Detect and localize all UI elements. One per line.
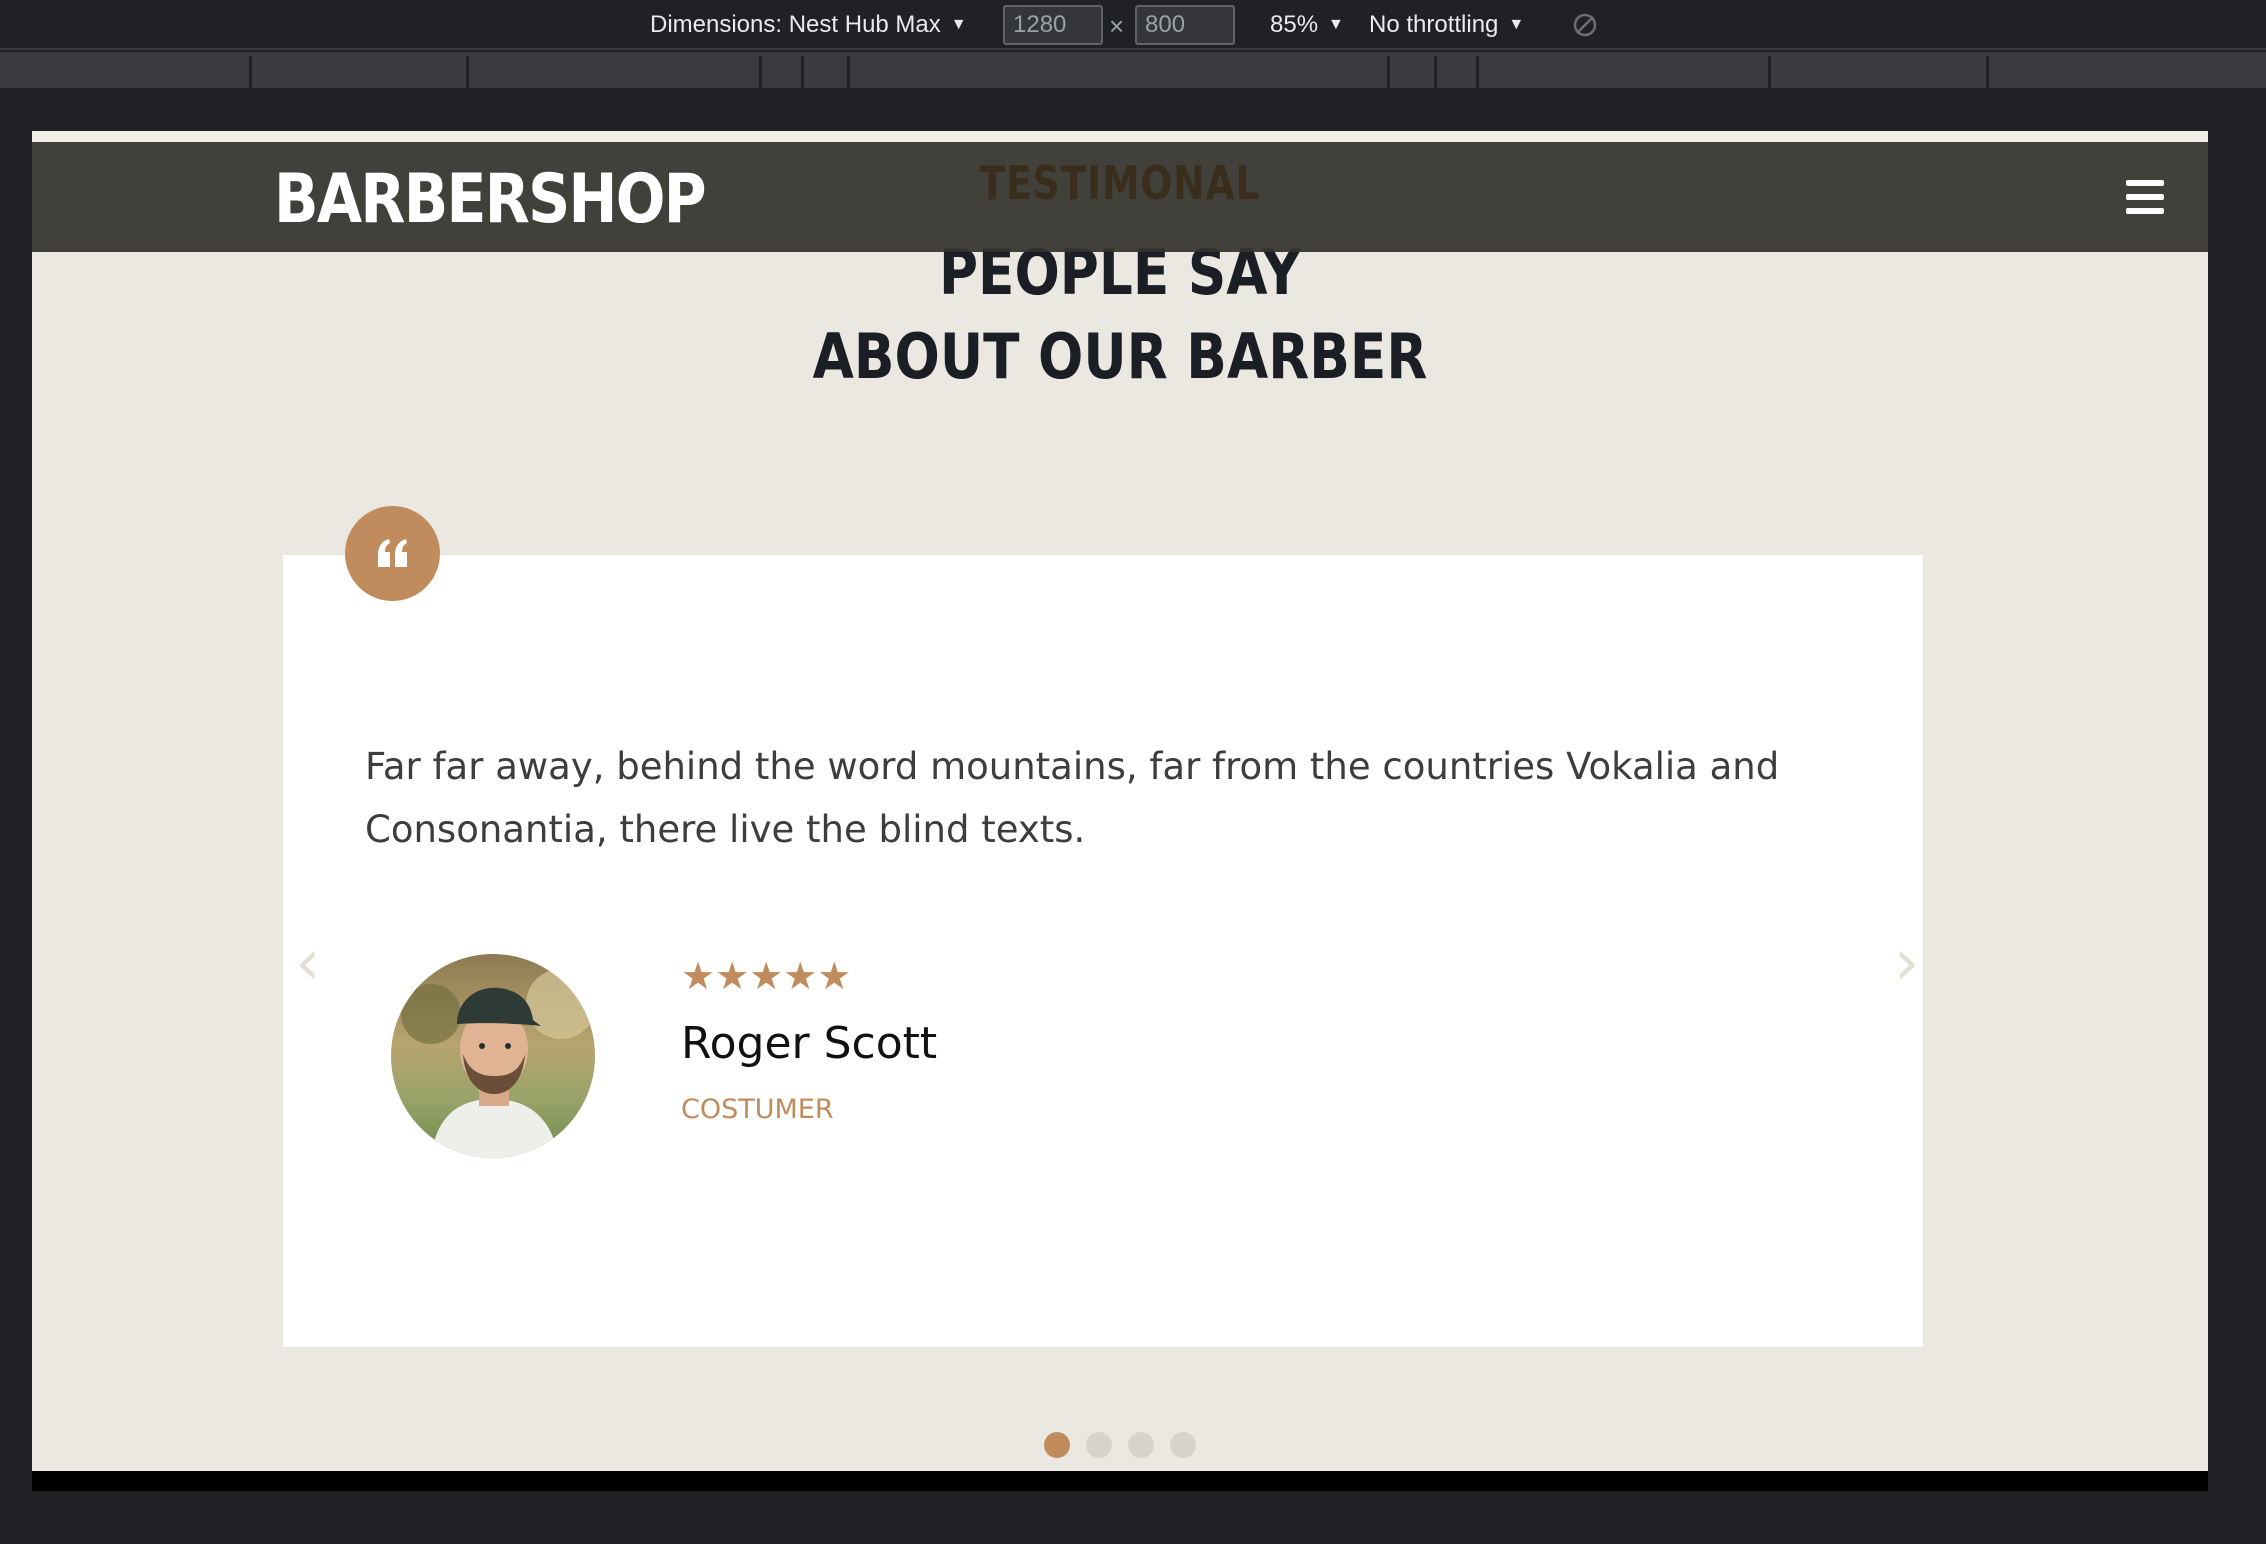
- testimonial-card: Far far away, behind the word mountains,…: [283, 555, 1923, 1347]
- carousel-dots: [32, 1432, 2208, 1458]
- ruler-divider: [1434, 56, 1437, 88]
- ruler-divider: [1387, 56, 1390, 88]
- ruler-divider: [847, 56, 850, 88]
- ruler-divider: [1986, 56, 1989, 88]
- ruler-divider: [1476, 56, 1479, 88]
- hamburger-bar: [2126, 180, 2164, 186]
- ruler-divider: [801, 56, 804, 88]
- media-query-ruler[interactable]: [0, 52, 2266, 88]
- caret-down-icon: ▼: [1508, 16, 1525, 33]
- carousel-next-arrow[interactable]: ›: [1894, 931, 1920, 995]
- devtools-device-toolbar: Dimensions: Nest Hub Max ▼ 1280 × 800 85%…: [0, 0, 2266, 50]
- ruler-divider: [759, 56, 762, 88]
- throttling-label: No throttling: [1369, 11, 1499, 38]
- carousel-dot-2[interactable]: [1086, 1432, 1112, 1458]
- star-rating: ★★★★★: [681, 956, 852, 998]
- hamburger-bar: [2126, 208, 2164, 214]
- device-viewport: BARBERSHOP TESTIMONAL PEOPLE SAY ABOUT O…: [32, 131, 2208, 1491]
- ruler-divider: [466, 56, 469, 88]
- hamburger-bar: [2126, 194, 2164, 200]
- section-title-line-2: ABOUT OUR BARBER: [812, 320, 1428, 393]
- testimonial-text: Far far away, behind the word mountains,…: [365, 745, 1780, 851]
- section-eyebrow: TESTIMONAL: [979, 156, 1261, 210]
- caret-down-icon: ▼: [1328, 16, 1344, 33]
- dimensions-dropdown[interactable]: Dimensions: Nest Hub Max ▼: [650, 0, 967, 50]
- width-input[interactable]: 1280: [1003, 5, 1103, 45]
- viewport-top-strip: [32, 131, 2208, 142]
- rotate-icon[interactable]: [1572, 12, 1598, 38]
- zoom-dropdown[interactable]: 85% ▼: [1270, 0, 1344, 50]
- carousel-prev-arrow[interactable]: ‹: [295, 931, 321, 995]
- carousel-dot-3[interactable]: [1128, 1432, 1154, 1458]
- dimension-separator: ×: [1109, 11, 1125, 41]
- quote-icon: [378, 539, 407, 567]
- reviewer-avatar: [391, 954, 595, 1158]
- ruler-divider: [1768, 56, 1771, 88]
- throttling-dropdown[interactable]: No throttling ▼: [1369, 0, 1524, 50]
- zoom-label: 85%: [1270, 11, 1319, 38]
- reviewer-photo: [391, 954, 595, 1158]
- dimensions-label: Dimensions: Nest Hub Max: [650, 11, 941, 38]
- reviewer-name: Roger Scott: [681, 1018, 938, 1069]
- quote-badge: [345, 506, 440, 601]
- carousel-dot-4[interactable]: [1170, 1432, 1196, 1458]
- carousel-dot-1[interactable]: [1044, 1432, 1070, 1458]
- viewport-bottom-bar: [32, 1471, 2208, 1491]
- section-title: PEOPLE SAY ABOUT OUR BARBER: [184, 231, 2055, 399]
- hamburger-menu-icon[interactable]: [2126, 180, 2164, 214]
- height-input[interactable]: 800: [1135, 5, 1235, 45]
- caret-down-icon: ▼: [950, 16, 967, 33]
- reviewer-role: COSTUMER: [681, 1094, 834, 1125]
- ruler-divider: [249, 56, 252, 88]
